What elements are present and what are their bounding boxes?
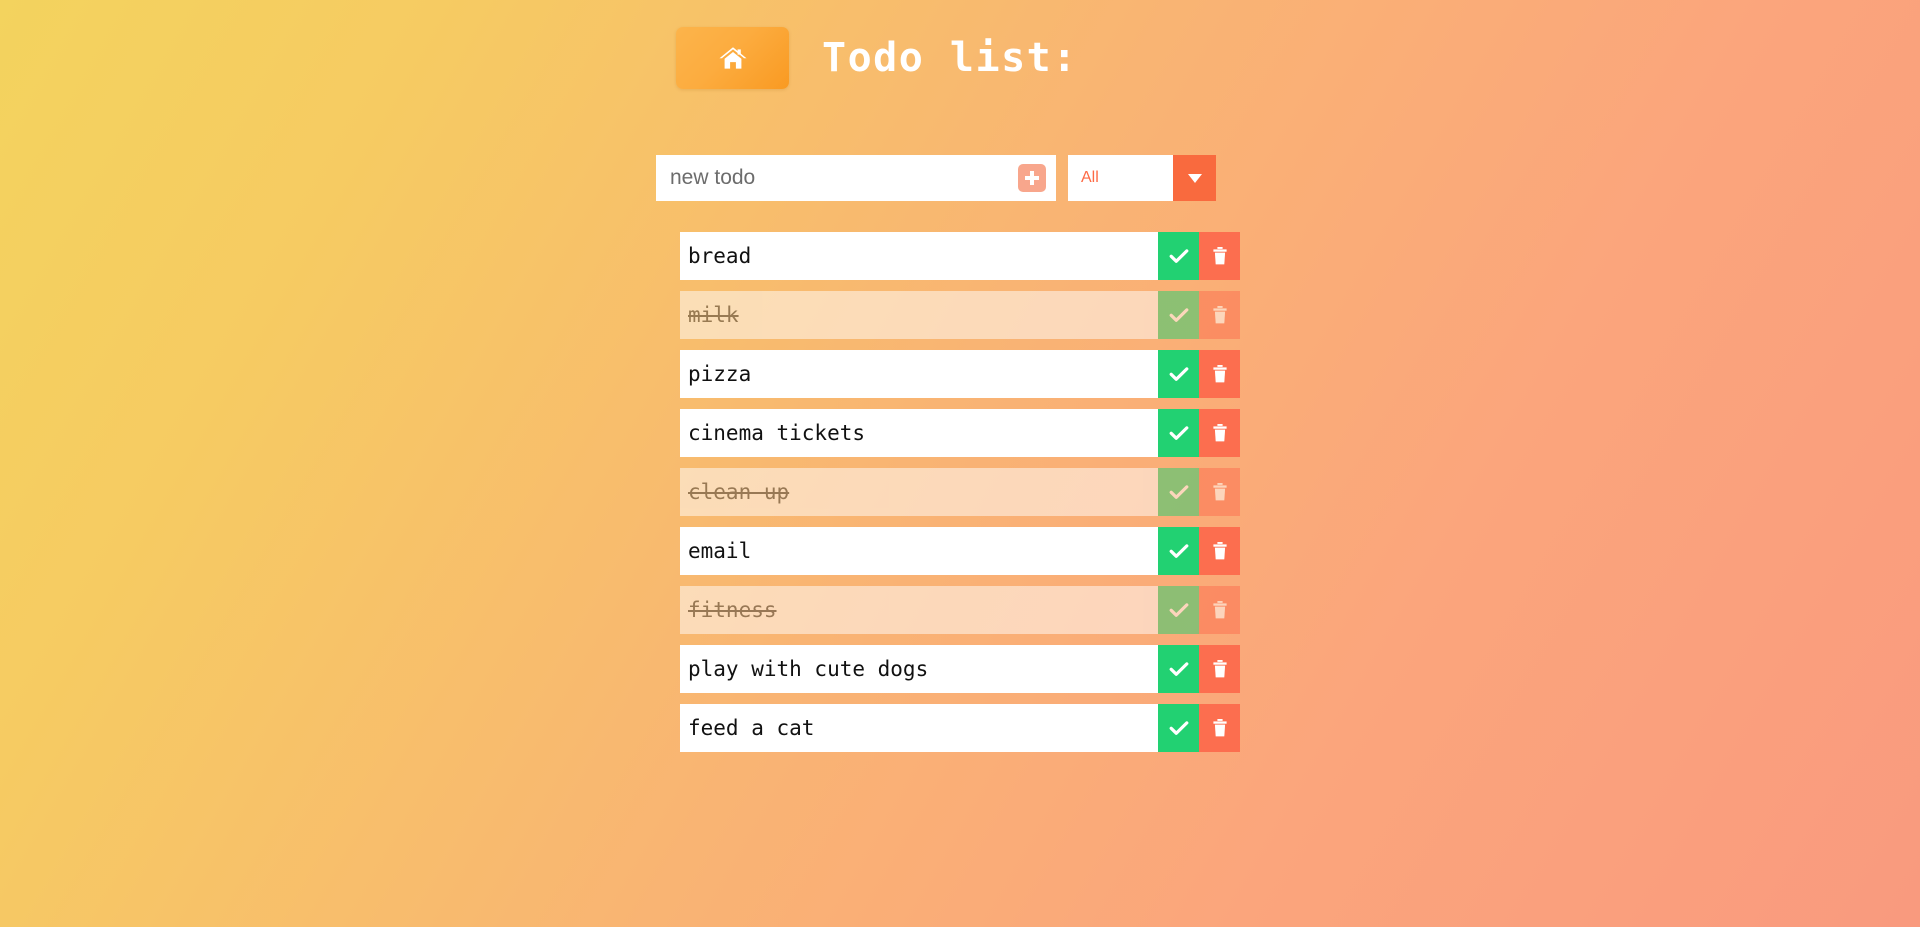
filter-selected-value[interactable]: All bbox=[1068, 155, 1173, 201]
todo-list: bread milk pizza cinema tickets clean up emai… bbox=[0, 201, 1240, 752]
check-icon bbox=[1168, 717, 1190, 739]
check-icon bbox=[1168, 304, 1190, 326]
todo-delete-button[interactable] bbox=[1199, 232, 1240, 280]
todo-toggle-button[interactable] bbox=[1158, 409, 1199, 457]
todo-label: cinema tickets bbox=[688, 421, 866, 445]
todo-delete-button[interactable] bbox=[1199, 409, 1240, 457]
todo-toggle-button[interactable] bbox=[1158, 468, 1199, 516]
trash-icon bbox=[1210, 540, 1230, 562]
todo-toggle-button[interactable] bbox=[1158, 350, 1199, 398]
todo-row: bread bbox=[680, 232, 1240, 280]
filter-toggle-button[interactable] bbox=[1173, 155, 1216, 201]
todo-label: play with cute dogs bbox=[688, 657, 929, 681]
todo-label: milk bbox=[688, 303, 739, 327]
add-todo-button[interactable] bbox=[1018, 164, 1046, 192]
trash-icon bbox=[1210, 599, 1230, 621]
todo-delete-button[interactable] bbox=[1199, 704, 1240, 752]
todo-delete-button[interactable] bbox=[1199, 468, 1240, 516]
plus-icon bbox=[1024, 170, 1040, 186]
todo-label: email bbox=[688, 539, 752, 563]
todo-toggle-button[interactable] bbox=[1158, 527, 1199, 575]
trash-icon bbox=[1210, 717, 1230, 739]
controls-bar: All bbox=[0, 89, 1920, 201]
todo-toggle-button[interactable] bbox=[1158, 586, 1199, 634]
check-icon bbox=[1168, 599, 1190, 621]
home-icon bbox=[718, 44, 748, 72]
todo-row: play with cute dogs bbox=[680, 645, 1240, 693]
check-icon bbox=[1168, 540, 1190, 562]
page-title: Todo list: bbox=[822, 35, 1078, 81]
todo-delete-button[interactable] bbox=[1199, 291, 1240, 339]
todo-label: feed a cat bbox=[688, 716, 815, 740]
check-icon bbox=[1168, 481, 1190, 503]
filter-dropdown[interactable]: All bbox=[1068, 155, 1216, 201]
todo-delete-button[interactable] bbox=[1199, 527, 1240, 575]
todo-row: pizza bbox=[680, 350, 1240, 398]
todo-toggle-button[interactable] bbox=[1158, 704, 1199, 752]
todo-row: cinema tickets bbox=[680, 409, 1240, 457]
home-button[interactable] bbox=[676, 27, 789, 89]
check-icon bbox=[1168, 658, 1190, 680]
trash-icon bbox=[1210, 481, 1230, 503]
page-header: Todo list: bbox=[0, 0, 1920, 89]
trash-icon bbox=[1210, 304, 1230, 326]
check-icon bbox=[1168, 363, 1190, 385]
new-todo-input[interactable] bbox=[656, 155, 996, 201]
todo-toggle-button[interactable] bbox=[1158, 645, 1199, 693]
todo-row: milk bbox=[680, 291, 1240, 339]
chevron-down-icon bbox=[1187, 173, 1202, 183]
todo-delete-button[interactable] bbox=[1199, 645, 1240, 693]
todo-label: clean up bbox=[688, 480, 790, 504]
trash-icon bbox=[1210, 422, 1230, 444]
todo-row: fitness bbox=[680, 586, 1240, 634]
todo-toggle-button[interactable] bbox=[1158, 232, 1199, 280]
todo-label: fitness bbox=[688, 598, 777, 622]
trash-icon bbox=[1210, 363, 1230, 385]
check-icon bbox=[1168, 422, 1190, 444]
check-icon bbox=[1168, 245, 1190, 267]
trash-icon bbox=[1210, 245, 1230, 267]
todo-label: bread bbox=[688, 244, 752, 268]
todo-row: feed a cat bbox=[680, 704, 1240, 752]
new-todo-field-wrapper bbox=[656, 155, 1056, 201]
todo-label: pizza bbox=[688, 362, 752, 386]
todo-delete-button[interactable] bbox=[1199, 350, 1240, 398]
todo-toggle-button[interactable] bbox=[1158, 291, 1199, 339]
trash-icon bbox=[1210, 658, 1230, 680]
todo-row: clean up bbox=[680, 468, 1240, 516]
todo-row: email bbox=[680, 527, 1240, 575]
todo-delete-button[interactable] bbox=[1199, 586, 1240, 634]
